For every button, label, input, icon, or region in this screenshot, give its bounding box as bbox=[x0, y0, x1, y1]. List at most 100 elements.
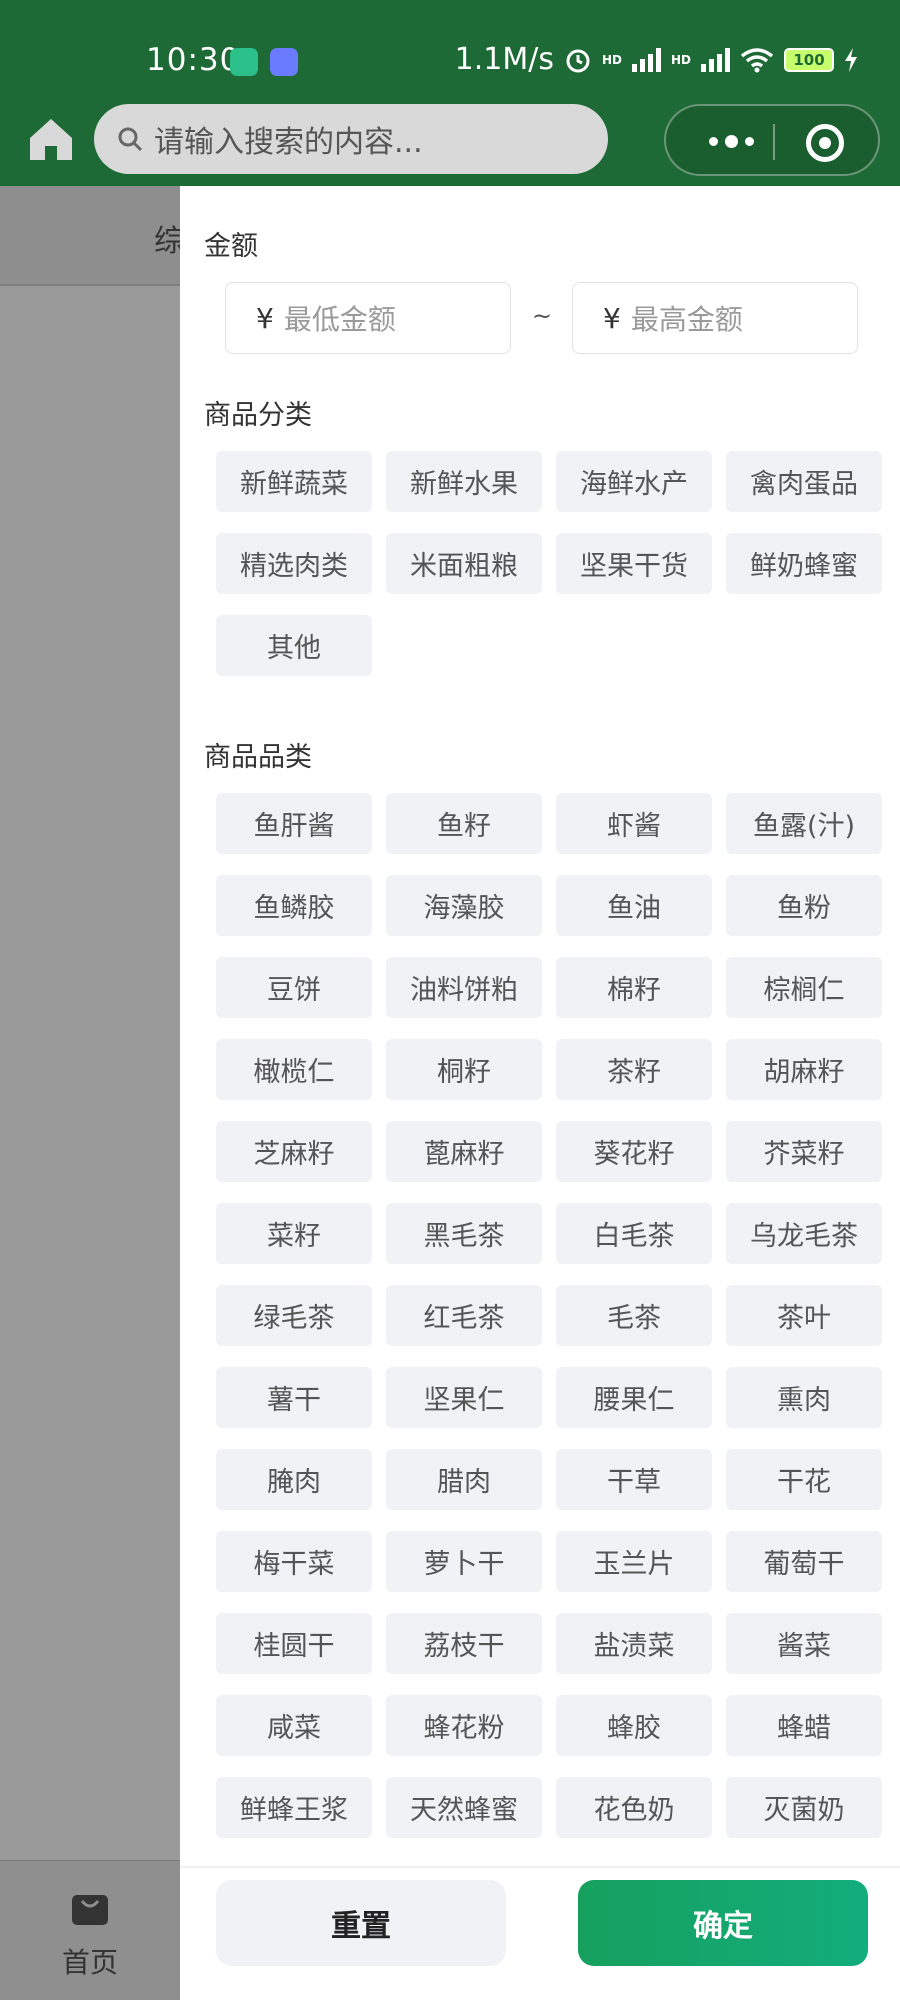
type-chip[interactable]: 茶籽 bbox=[556, 1039, 712, 1100]
top-bar: 10:30 1.1M/s HD HD 100 请输入搜索的内容... bbox=[0, 0, 900, 186]
type-chip[interactable]: 桐籽 bbox=[386, 1039, 542, 1100]
type-chip[interactable]: 棕榈仁 bbox=[726, 957, 882, 1018]
type-chip[interactable]: 绿毛茶 bbox=[216, 1285, 372, 1346]
type-chip-grid: 鱼肝酱 鱼籽 虾酱 鱼露(汁) 鱼鳞胶 海藻胶 鱼油 鱼粉豆饼 油料饼粕 棉籽 棕榈仁橄榄仁 桐籽 茶籽… bbox=[216, 793, 888, 1838]
type-chip[interactable]: 鱼鳞胶 bbox=[216, 875, 372, 936]
type-chip[interactable]: 油料饼粕 bbox=[386, 957, 542, 1018]
type-chip[interactable]: 鱼油 bbox=[556, 875, 712, 936]
background-tabbar: 首页 bbox=[0, 1860, 180, 2000]
type-chip[interactable]: 腰果仁 bbox=[556, 1367, 712, 1428]
type-chip[interactable]: 灭菌奶 bbox=[726, 1777, 882, 1838]
currency-symbol-max: ¥ bbox=[603, 301, 621, 335]
shopping-bag-icon bbox=[72, 1895, 108, 1925]
type-chip[interactable]: 天然蜂蜜 bbox=[386, 1777, 542, 1838]
type-chip[interactable]: 蜂花粉 bbox=[386, 1695, 542, 1756]
category-chip[interactable]: 米面粗粮 bbox=[386, 533, 542, 594]
type-chip[interactable]: 蜂胶 bbox=[556, 1695, 712, 1756]
type-chip[interactable]: 酱菜 bbox=[726, 1613, 882, 1674]
type-chip[interactable]: 橄榄仁 bbox=[216, 1039, 372, 1100]
type-chip[interactable]: 黑毛茶 bbox=[386, 1203, 542, 1264]
search-placeholder: 请输入搜索的内容... bbox=[154, 125, 423, 160]
type-chip[interactable]: 腊肉 bbox=[386, 1449, 542, 1510]
category-chip-grid: 新鲜蔬菜 新鲜水果 海鲜水产 禽肉蛋品精选肉类 米面粗粮 坚果干货 鲜奶蜂蜜其他 bbox=[216, 451, 888, 676]
type-chip[interactable]: 咸菜 bbox=[216, 1695, 372, 1756]
filter-action-bar: 重置 确定 bbox=[180, 1866, 900, 2000]
type-chip[interactable]: 鱼露(汁) bbox=[726, 793, 882, 854]
more-icon[interactable] bbox=[696, 126, 766, 156]
type-chip[interactable]: 鱼籽 bbox=[386, 793, 542, 854]
amount-title: 金额 bbox=[204, 231, 258, 262]
type-chip[interactable]: 乌龙毛茶 bbox=[726, 1203, 882, 1264]
type-chip[interactable]: 毛茶 bbox=[556, 1285, 712, 1346]
signal-icon bbox=[631, 47, 661, 72]
type-chip[interactable]: 菜籽 bbox=[216, 1203, 372, 1264]
type-chip[interactable]: 葡萄干 bbox=[726, 1531, 882, 1592]
background-tabs: 综 bbox=[0, 186, 184, 286]
type-chip[interactable]: 薯干 bbox=[216, 1367, 372, 1428]
close-target-icon[interactable] bbox=[806, 124, 844, 162]
category-chip[interactable]: 新鲜水果 bbox=[386, 451, 542, 512]
reset-button[interactable]: 重置 bbox=[216, 1880, 506, 1966]
search-icon bbox=[118, 127, 143, 152]
type-chip[interactable]: 玉兰片 bbox=[556, 1531, 712, 1592]
type-chip[interactable]: 干花 bbox=[726, 1449, 882, 1510]
tabbar-home-label: 首页 bbox=[62, 1946, 119, 1979]
status-time: 10:30 bbox=[146, 42, 241, 78]
battery-icon: 100 bbox=[784, 47, 834, 72]
category-chip[interactable]: 新鲜蔬菜 bbox=[216, 451, 372, 512]
category-chip[interactable]: 海鲜水产 bbox=[556, 451, 712, 512]
confirm-button[interactable]: 确定 bbox=[578, 1880, 868, 1966]
home-icon[interactable] bbox=[26, 114, 76, 164]
category-chip[interactable]: 鲜奶蜂蜜 bbox=[726, 533, 882, 594]
type-chip[interactable]: 花色奶 bbox=[556, 1777, 712, 1838]
category-chip[interactable]: 禽肉蛋品 bbox=[726, 451, 882, 512]
type-chip[interactable]: 腌肉 bbox=[216, 1449, 372, 1510]
min-amount-placeholder: 最低金额 bbox=[283, 303, 396, 336]
type-chip[interactable]: 鱼粉 bbox=[726, 875, 882, 936]
status-right: 1.1M/s HD HD 100 bbox=[455, 42, 858, 77]
hd-label-1: HD bbox=[601, 52, 622, 67]
type-chip[interactable]: 蓖麻籽 bbox=[386, 1121, 542, 1182]
type-chip[interactable]: 蜂蜡 bbox=[726, 1695, 882, 1756]
type-chip[interactable]: 桂圆干 bbox=[216, 1613, 372, 1674]
category-chip[interactable]: 精选肉类 bbox=[216, 533, 372, 594]
search-input[interactable]: 请输入搜索的内容... bbox=[94, 104, 608, 174]
type-chip[interactable]: 红毛茶 bbox=[386, 1285, 542, 1346]
max-amount-input[interactable]: ¥ 最高金额 bbox=[572, 282, 858, 354]
range-separator: ~ bbox=[532, 302, 553, 330]
type-chip[interactable]: 萝卜干 bbox=[386, 1531, 542, 1592]
alarm-icon bbox=[566, 49, 590, 72]
category-chip[interactable]: 坚果干货 bbox=[556, 533, 712, 594]
type-chip[interactable]: 胡麻籽 bbox=[726, 1039, 882, 1100]
type-chip[interactable]: 白毛茶 bbox=[556, 1203, 712, 1264]
type-title: 商品品类 bbox=[204, 742, 312, 773]
type-chip[interactable]: 虾酱 bbox=[556, 793, 712, 854]
category-title: 商品分类 bbox=[204, 400, 312, 431]
type-chip[interactable]: 芝麻籽 bbox=[216, 1121, 372, 1182]
type-chip[interactable]: 鲜蜂王浆 bbox=[216, 1777, 372, 1838]
type-chip[interactable]: 坚果仁 bbox=[386, 1367, 542, 1428]
type-chip[interactable]: 盐渍菜 bbox=[556, 1613, 712, 1674]
status-bar: 10:30 1.1M/s HD HD 100 bbox=[0, 36, 900, 88]
type-chip[interactable]: 芥菜籽 bbox=[726, 1121, 882, 1182]
hd-label-2: HD bbox=[670, 52, 691, 67]
max-amount-placeholder: 最高金额 bbox=[630, 303, 743, 336]
type-chip[interactable]: 干草 bbox=[556, 1449, 712, 1510]
type-chip[interactable]: 熏肉 bbox=[726, 1367, 882, 1428]
signal-icon-2 bbox=[701, 47, 730, 72]
type-chip[interactable]: 茶叶 bbox=[726, 1285, 882, 1346]
type-chip[interactable]: 葵花籽 bbox=[556, 1121, 712, 1182]
type-chip[interactable]: 鱼肝酱 bbox=[216, 793, 372, 854]
capsule-divider bbox=[773, 124, 775, 160]
type-chip[interactable]: 梅干菜 bbox=[216, 1531, 372, 1592]
category-chip[interactable]: 其他 bbox=[216, 615, 372, 676]
filter-drawer: 金额 ¥ 最低金额 ~ ¥ 最高金额 商品分类 新鲜蔬菜 新鲜水果 海鲜水产 禽肉蛋品… bbox=[180, 186, 900, 2000]
wifi-icon bbox=[740, 47, 774, 72]
type-chip[interactable]: 豆饼 bbox=[216, 957, 372, 1018]
type-chip[interactable]: 棉籽 bbox=[556, 957, 712, 1018]
app-notification-icon bbox=[270, 48, 298, 76]
min-amount-input[interactable]: ¥ 最低金额 bbox=[225, 282, 511, 354]
type-chip[interactable]: 海藻胶 bbox=[386, 875, 542, 936]
type-chip[interactable]: 荔枝干 bbox=[386, 1613, 542, 1674]
network-speed: 1.1M/s bbox=[454, 42, 554, 77]
